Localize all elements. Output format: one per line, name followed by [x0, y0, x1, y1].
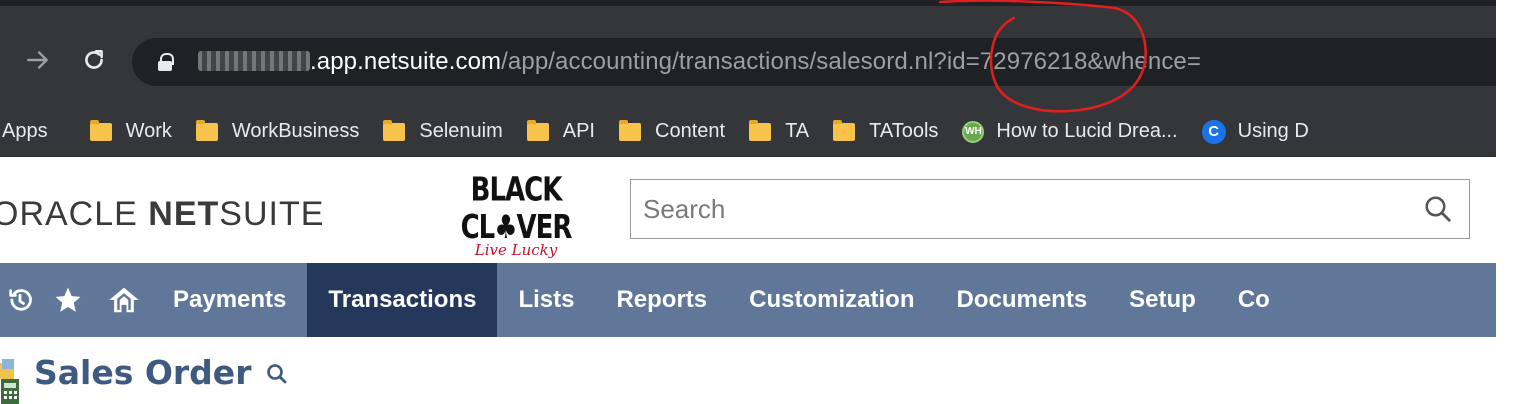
page-title-row: Sales Order — [0, 340, 289, 404]
bookmark-api[interactable]: API — [515, 112, 607, 152]
history-icon — [9, 289, 32, 311]
search-input[interactable] — [643, 193, 1403, 225]
redacted-subdomain — [198, 51, 310, 71]
bookmarks-bar: Apps Work WorkBusiness Selenuim API Cont… — [0, 107, 1496, 157]
bookmark-label: Content — [655, 120, 726, 142]
bookmark-content[interactable]: Content — [607, 112, 737, 152]
reload-icon — [85, 50, 103, 69]
bookmark-work[interactable]: Work — [78, 112, 184, 152]
page-title: Sales Order — [34, 352, 252, 392]
home-icon — [109, 287, 139, 313]
logo-net-text: NET — [148, 195, 220, 233]
menu-customization[interactable]: Customization — [728, 263, 935, 337]
bookmark-label: Apps — [2, 120, 48, 142]
bookmark-label: TATools — [869, 120, 939, 142]
folder-icon — [89, 119, 112, 141]
brand-main-text: BLACK CL♣VER — [460, 171, 573, 247]
shortcuts-button[interactable] — [40, 263, 96, 337]
folder-icon — [749, 119, 772, 141]
folder-icon — [619, 119, 641, 141]
global-search — [630, 179, 1470, 239]
home-button[interactable] — [96, 263, 152, 337]
bookmark-label: API — [562, 120, 595, 142]
menu-documents[interactable]: Documents — [935, 263, 1108, 337]
search-icon[interactable] — [1423, 194, 1453, 224]
logo-oracle-text: ORACLE — [0, 195, 138, 233]
address-bar[interactable]: .app.netsuite.com/app/accounting/transac… — [132, 38, 1496, 86]
bookmark-workbusiness[interactable]: WorkBusiness — [184, 112, 371, 152]
folder-icon — [526, 119, 549, 141]
black-clover-logo: BLACK CL♣VER Live Lucky — [432, 172, 600, 260]
url-path: /app/accounting/transactions/salesord.nl… — [501, 48, 1201, 75]
bookmark-selenuim[interactable]: Selenuim — [371, 112, 514, 152]
logo-suite-text: SUITE — [219, 195, 325, 233]
bookmark-apps[interactable]: Apps — [0, 112, 78, 152]
bookmark-label: Using D — [1237, 120, 1309, 142]
url-domain: .app.netsuite.com — [310, 48, 502, 75]
oracle-netsuite-logo[interactable]: ORACLE NETSUITE — [0, 195, 324, 234]
folder-icon — [383, 119, 406, 141]
menu-lists[interactable]: Lists — [497, 263, 595, 337]
menu-setup[interactable]: Setup — [1108, 263, 1217, 337]
bookmark-label: TA — [785, 120, 810, 142]
wh-favicon-icon: WH — [962, 120, 985, 143]
c-favicon-icon: C — [1201, 119, 1226, 144]
main-menu-bar: Payments Transactions Lists Reports Cust… — [0, 263, 1496, 337]
bookmark-using[interactable]: C Using D — [1190, 112, 1321, 152]
bookmark-label: Selenuim — [419, 120, 503, 142]
sales-order-icon — [0, 359, 19, 404]
menu-transactions[interactable]: Transactions — [307, 263, 498, 337]
bookmark-label: WorkBusiness — [231, 120, 360, 142]
menu-payments[interactable]: Payments — [152, 263, 307, 337]
url-text[interactable]: .app.netsuite.com/app/accounting/transac… — [198, 48, 1201, 76]
star-icon — [55, 287, 81, 312]
bookmark-lucid-dream[interactable]: WH How to Lucid Drea... — [950, 112, 1189, 152]
bookmark-label: How to Lucid Drea... — [996, 120, 1178, 142]
folder-icon — [195, 119, 218, 141]
menu-commerce[interactable]: Co — [1217, 263, 1291, 337]
search-icon[interactable] — [265, 362, 289, 386]
folder-icon — [833, 119, 856, 141]
lock-icon — [158, 53, 174, 71]
recent-records-button[interactable] — [0, 263, 40, 337]
arrow-right-icon — [27, 51, 48, 69]
bookmark-ta[interactable]: TA — [737, 112, 821, 152]
bookmark-label: Work — [125, 120, 172, 142]
netsuite-header: ORACLE NETSUITE BLACK CL♣VER Live Lucky — [0, 157, 1496, 263]
forward-button[interactable] — [16, 30, 60, 90]
menu-reports[interactable]: Reports — [595, 263, 728, 337]
bookmark-tatools[interactable]: TATools — [821, 112, 950, 152]
reload-button[interactable] — [72, 30, 116, 90]
